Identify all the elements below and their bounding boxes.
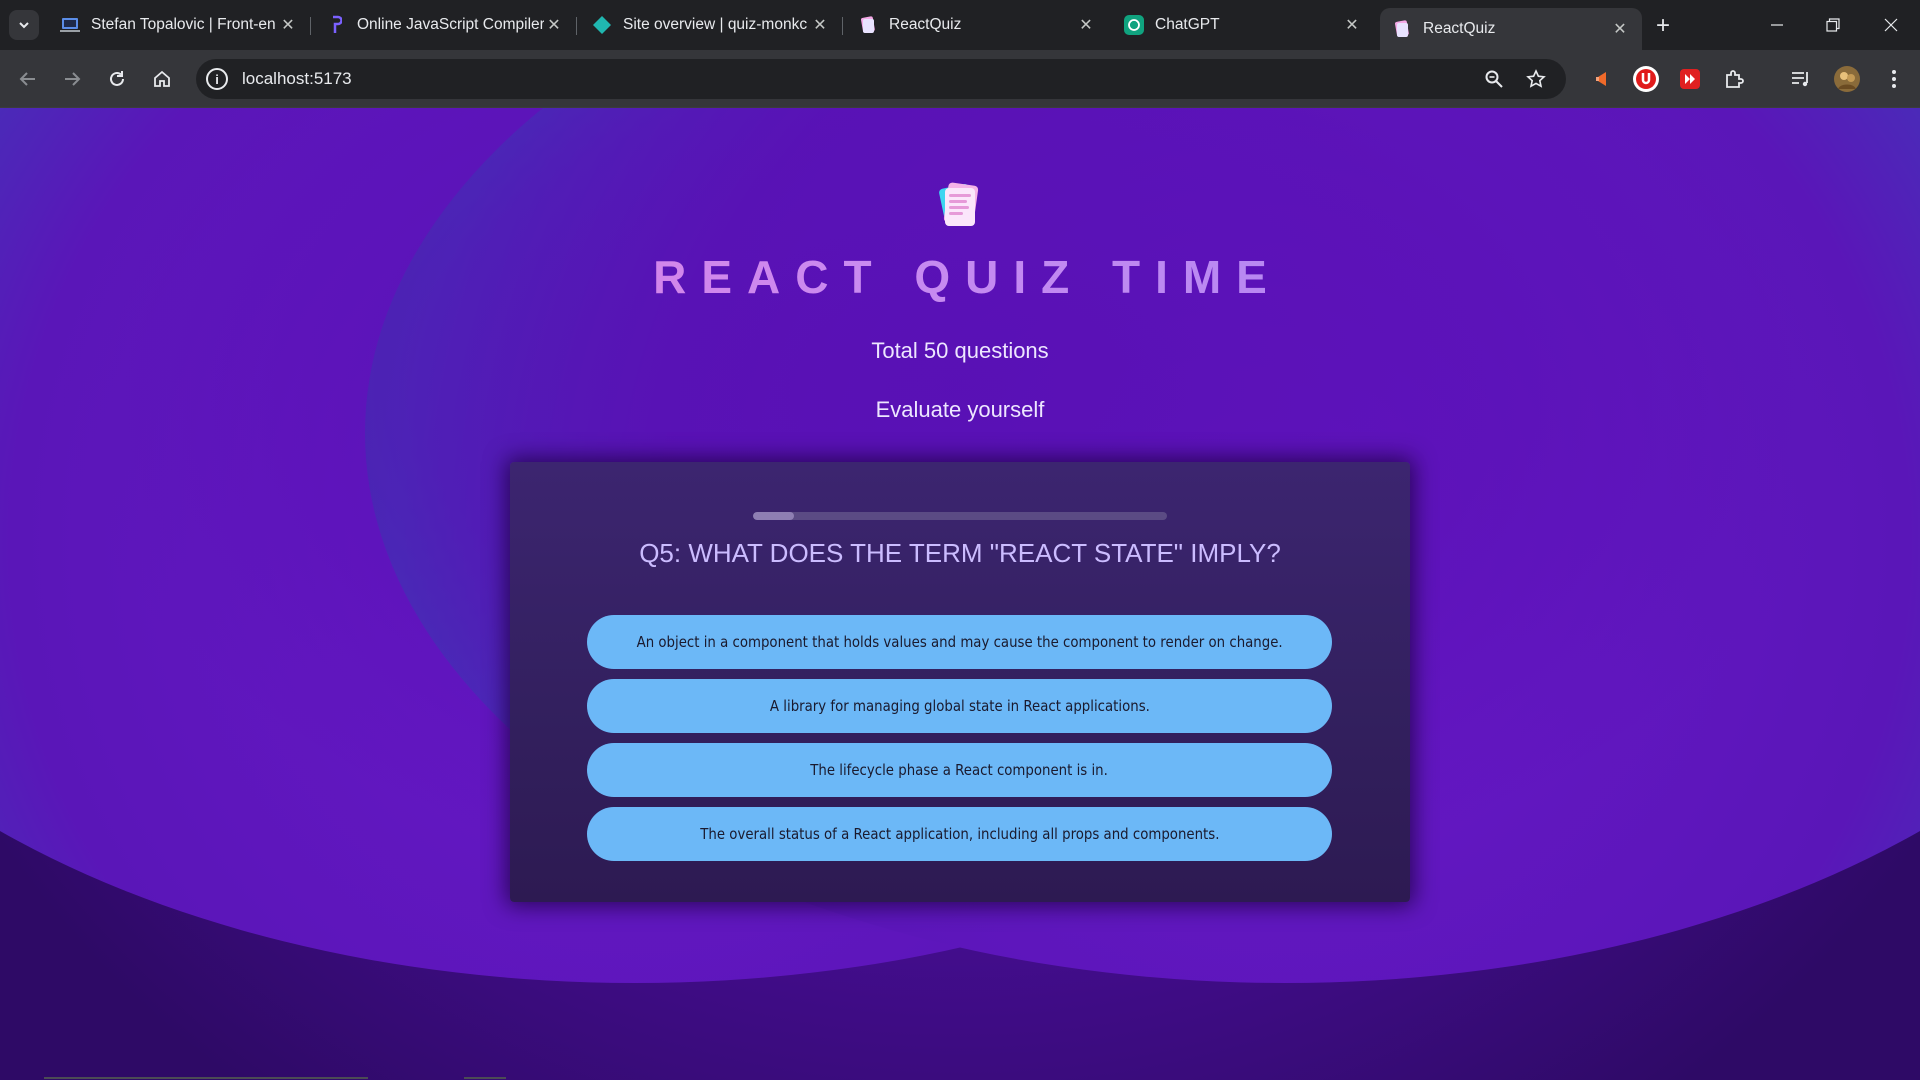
restore-icon [1826,18,1840,32]
answer-label: An object in a component that holds valu… [636,633,1283,651]
reload-icon [110,71,124,86]
media-control-icon[interactable] [1785,63,1817,95]
quiz-page: REACT QUIZ TIME Total 50 questions Evalu… [0,108,1920,1080]
tab-reactquiz-active[interactable]: ReactQuiz ✕ [1380,8,1642,50]
arrow-right-icon [65,72,81,86]
tab-reactquiz[interactable]: ReactQuiz ✕ [846,8,1108,42]
home-icon [154,70,170,87]
close-window-button[interactable] [1868,8,1914,42]
compiler-favicon-icon [326,15,346,35]
tab-strip: Stefan Topalovic | Front-en ✕ Online Jav… [0,0,1920,50]
answer-list: An object in a component that holds valu… [587,615,1332,871]
close-tab-icon[interactable]: ✕ [810,15,830,35]
divider [44,1077,368,1079]
close-tab-icon[interactable]: ✕ [1342,15,1362,35]
laptop-favicon-icon [60,15,80,35]
tagline-text: Evaluate yourself [875,397,1045,422]
netlify-favicon-icon [592,15,612,35]
answer-label: The lifecycle phase a React component is… [810,761,1109,779]
close-icon [1884,18,1898,32]
home-button[interactable] [146,63,178,95]
zoom-icon[interactable] [1484,69,1504,89]
tab-title: Stefan Topalovic | Front-en [91,16,276,33]
address-bar[interactable]: i localhost:5173 [196,59,1566,99]
bookmark-star-icon[interactable] [1526,69,1546,89]
minimize-button[interactable] [1754,8,1800,42]
reactquiz-favicon-icon [1392,19,1412,39]
tab-stefan-topalovic[interactable]: Stefan Topalovic | Front-en ✕ [48,8,311,42]
tab-separator [576,17,577,35]
extension-video-speed-icon[interactable] [1674,63,1706,95]
extension-orange-icon[interactable] [1586,63,1618,95]
restore-button[interactable] [1810,8,1856,42]
tab-title: Online JavaScript Compiler [357,16,544,33]
browser-menu-icon[interactable] [1878,63,1910,95]
progress-bar [753,512,1167,520]
divider [464,1077,506,1079]
question-card: Q5: What does the term "React state" imp… [510,462,1410,902]
reactquiz-favicon-icon [858,15,878,35]
answer-label: The overall status of a React applicatio… [699,825,1220,843]
answer-label: A library for managing global state in R… [769,697,1150,715]
tab-separator [842,17,843,35]
browser-toolbar: i localhost:5173 [0,50,1920,108]
tab-search-button[interactable] [9,10,39,40]
app-title: REACT QUIZ TIME [0,250,1920,304]
question-text: Q5: What does the term "React state" imp… [639,538,1281,568]
arrow-left-icon [19,72,35,86]
address-text[interactable]: localhost:5173 [242,69,352,89]
back-button[interactable] [12,63,44,95]
site-info-icon[interactable]: i [206,68,228,90]
reload-button[interactable] [101,63,133,95]
extension-ublock-icon[interactable] [1630,63,1662,95]
new-tab-button[interactable]: + [1650,12,1676,39]
tab-title: Site overview | quiz-monkc [623,16,808,33]
forward-button[interactable] [56,63,88,95]
tab-chatgpt[interactable]: ChatGPT ✕ [1112,8,1374,42]
chevron-down-icon [19,22,29,29]
close-tab-icon[interactable]: ✕ [1610,19,1630,39]
tab-separator [310,17,311,35]
answer-option-3[interactable]: The lifecycle phase a React component is… [587,743,1332,797]
tab-online-js-compiler[interactable]: Online JavaScript Compiler ✕ [314,8,577,42]
profile-avatar-icon[interactable] [1831,63,1863,95]
close-tab-icon[interactable]: ✕ [278,15,298,35]
answer-option-2[interactable]: A library for managing global state in R… [587,679,1332,733]
total-questions-text: Total 50 questions [871,338,1049,363]
close-tab-icon[interactable]: ✕ [544,15,564,35]
quiz-logo-icon [932,176,988,234]
minimize-icon [1771,24,1783,26]
tab-title: ReactQuiz [1423,20,1496,37]
chatgpt-favicon-icon [1124,15,1144,35]
progress-fill [753,512,795,520]
extensions-puzzle-icon[interactable] [1718,63,1750,95]
close-tab-icon[interactable]: ✕ [1076,15,1096,35]
tab-title: ChatGPT [1155,16,1220,33]
answer-option-1[interactable]: An object in a component that holds valu… [587,615,1332,669]
tab-title: ReactQuiz [889,16,962,33]
tab-site-overview[interactable]: Site overview | quiz-monkc ✕ [580,8,843,42]
answer-option-4[interactable]: The overall status of a React applicatio… [587,807,1332,861]
